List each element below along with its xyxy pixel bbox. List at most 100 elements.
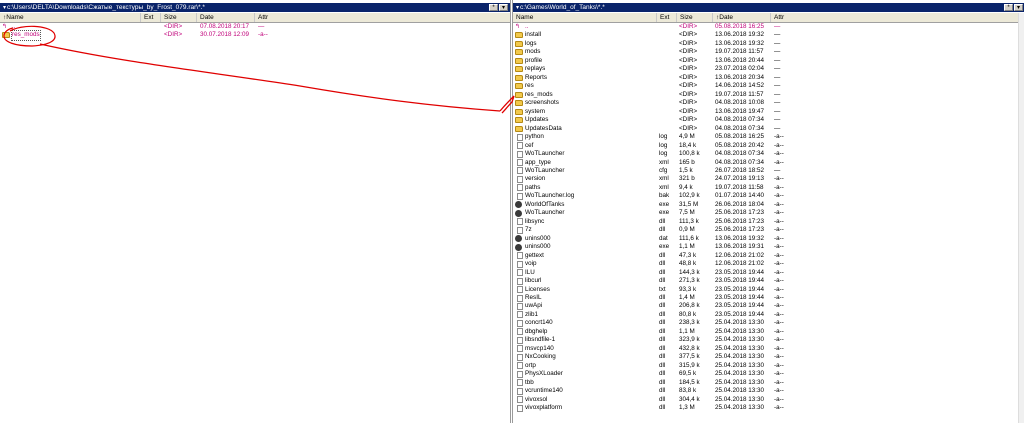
- cell-ext: exe: [659, 209, 670, 217]
- cell-size: 315,9 k: [679, 361, 700, 369]
- left-favorites-button[interactable]: *: [489, 4, 498, 11]
- left-col-ext[interactable]: Ext: [140, 13, 160, 22]
- file-row[interactable]: cef log 18,4 k 05.08.2018 20:42 -a--: [513, 142, 1024, 150]
- file-row[interactable]: dbghelp dll 1,1 M 25.04.2018 13:30 -a--: [513, 328, 1024, 336]
- folder-row[interactable]: logs <DIR> 13.06.2018 19:32 —: [513, 40, 1024, 48]
- folder-row[interactable]: Updates <DIR> 04.08.2018 07:34 —: [513, 116, 1024, 124]
- file-icon: [517, 286, 523, 294]
- cell-size: 100,8 k: [679, 150, 700, 158]
- file-row[interactable]: python log 4,9 M 05.08.2018 16:25 -a--: [513, 133, 1024, 141]
- file-row[interactable]: gettext dll 47,3 k 12.06.2018 21:02 -a--: [513, 252, 1024, 260]
- file-row[interactable]: libsndfile-1 dll 323,9 k 25.04.2018 13:30 -a…: [513, 336, 1024, 344]
- folder-row[interactable]: Reports <DIR> 13.06.2018 20:34 —: [513, 74, 1024, 82]
- file-row[interactable]: concrt140 dll 238,3 k 25.04.2018 13:30 -a--: [513, 319, 1024, 327]
- right-file-panel[interactable]: ▾c:\Games\World_of_Tanks\*.* * ▾ Name Ex…: [512, 0, 1024, 423]
- folder-row[interactable]: res <DIR> 14.06.2018 14:52 —: [513, 82, 1024, 90]
- folder-icon: [515, 83, 523, 90]
- cell-date: 25.04.2018 13:30: [715, 319, 765, 327]
- cell-attr: -a--: [774, 158, 784, 166]
- file-row[interactable]: app_type xml 165 b 04.08.2018 07:34 -a--: [513, 159, 1024, 167]
- file-row[interactable]: tbb dll 184,5 k 25.04.2018 13:30 -a--: [513, 379, 1024, 387]
- cell-date: 23.05.2018 19:44: [715, 302, 765, 310]
- file-row[interactable]: Licenses txt 93,3 k 23.05.2018 19:44 -a--: [513, 286, 1024, 294]
- folder-row[interactable]: replays <DIR> 23.07.2018 02:04 —: [513, 65, 1024, 73]
- file-row[interactable]: vcruntime140 dll 83,8 k 25.04.2018 13:30 -a-…: [513, 387, 1024, 395]
- file-row[interactable]: WoTLauncher.log bak 102,9 k 01.07.2018 14:4…: [513, 192, 1024, 200]
- file-row[interactable]: PhysXLoader dll 69,5 k 25.04.2018 13:30 -a--: [513, 370, 1024, 378]
- file-row[interactable]: WoTLauncher exe 7,5 M 25.06.2018 17:23 -a--: [513, 209, 1024, 217]
- right-favorites-button[interactable]: *: [1004, 4, 1013, 11]
- cell-ext: dll: [659, 361, 666, 369]
- drive-dropdown-icon[interactable]: ▾: [516, 5, 519, 11]
- file-row[interactable]: WoTLauncher cfg 1,5 k 26.07.2018 18:52 —: [513, 167, 1024, 175]
- file-row[interactable]: unins000 dat 111,6 k 13.06.2018 19:32 -a--: [513, 235, 1024, 243]
- cell-date: 14.06.2018 14:52: [715, 82, 765, 90]
- left-path-bar[interactable]: ▾c:\Users\DELTA\Downloads\Сжатые_текстур…: [0, 3, 510, 12]
- file-row[interactable]: ILU dll 144,3 k 23.05.2018 19:44 -a--: [513, 269, 1024, 277]
- file-row[interactable]: version xml 321 b 24.07.2018 19:13 -a--: [513, 175, 1024, 183]
- cell-attr: -a--: [774, 226, 784, 234]
- left-history-button[interactable]: ▾: [499, 4, 508, 11]
- folder-row[interactable]: screenshots <DIR> 04.08.2018 10:08 —: [513, 99, 1024, 107]
- file-row[interactable]: NxCooking dll 377,5 k 25.04.2018 13:30 -a--: [513, 353, 1024, 361]
- file-row[interactable]: uwApi dll 206,8 k 23.05.2018 19:44 -a--: [513, 302, 1024, 310]
- right-col-name[interactable]: Name: [513, 13, 656, 22]
- parent-dir-row[interactable]: ↰.. <DIR> 05.08.2018 16:25 —: [513, 23, 1024, 31]
- right-col-ext[interactable]: Ext: [656, 13, 676, 22]
- folder-row[interactable]: res_mods <DIR> 19.07.2018 11:57 —: [513, 91, 1024, 99]
- right-history-button[interactable]: ▾: [1014, 4, 1023, 11]
- app-icon: [515, 235, 522, 243]
- cell-attr: -a--: [774, 387, 784, 395]
- cell-attr: -a--: [774, 319, 784, 327]
- folder-row[interactable]: UpdatesData <DIR> 04.08.2018 07:34 —: [513, 125, 1024, 133]
- cell-size: 184,5 k: [679, 378, 700, 386]
- file-row[interactable]: libcurl dll 271,3 k 23.05.2018 19:44 -a--: [513, 277, 1024, 285]
- file-row[interactable]: voip dll 48,8 k 12.06.2018 21:02 -a--: [513, 260, 1024, 268]
- cell-ext: txt: [659, 285, 666, 293]
- cell-ext: dll: [659, 344, 666, 352]
- file-icon: [517, 370, 523, 378]
- left-col-date[interactable]: Date: [196, 13, 254, 22]
- cell-attr: -a--: [774, 268, 784, 276]
- folder-row[interactable]: res_mods <DIR> 30.07.2018 12:09 -a--: [0, 30, 510, 41]
- file-row[interactable]: msvcp140 dll 432,8 k 25.04.2018 13:30 -a--: [513, 345, 1024, 353]
- file-row[interactable]: WorldOfTanks exe 31,5 M 26.06.2018 18:04 -a-…: [513, 201, 1024, 209]
- cell-size: <DIR>: [679, 82, 698, 90]
- file-icon: [517, 218, 523, 226]
- left-col-size[interactable]: Size: [160, 13, 196, 22]
- right-col-size[interactable]: Size: [676, 13, 712, 22]
- folder-row[interactable]: mods <DIR> 19.07.2018 11:57 —: [513, 48, 1024, 56]
- left-col-name[interactable]: ↑Name: [0, 13, 140, 22]
- drive-dropdown-icon[interactable]: ▾: [3, 5, 6, 11]
- cell-attr: -a--: [774, 327, 784, 335]
- file-row[interactable]: 7z dll 0,9 M 25.06.2018 17:23 -a--: [513, 226, 1024, 234]
- file-row[interactable]: ortp dll 315,9 k 25.04.2018 13:30 -a--: [513, 362, 1024, 370]
- right-col-attr[interactable]: Attr: [770, 13, 1024, 22]
- parent-dir-row[interactable]: ↰.. <DIR> 07.08.2018 20:17 —: [0, 23, 510, 31]
- file-row[interactable]: vivoxplatform dll 1,3 M 25.04.2018 13:30 -a-…: [513, 404, 1024, 412]
- file-row[interactable]: libsync dll 111,3 k 25.06.2018 17:23 -a--: [513, 218, 1024, 226]
- file-row[interactable]: WoTLauncher log 100,8 k 04.08.2018 07:34 -a-…: [513, 150, 1024, 158]
- file-row[interactable]: paths xml 9,4 k 19.07.2018 11:58 -a--: [513, 184, 1024, 192]
- file-row[interactable]: unins000 exe 1,1 M 13.06.2018 19:31 -a--: [513, 243, 1024, 251]
- cell-attr: —: [774, 39, 781, 47]
- right-col-date[interactable]: ↑Date: [712, 13, 770, 22]
- file-row[interactable]: zlib1 dll 80,8 k 23.05.2018 19:44 -a--: [513, 311, 1024, 319]
- folder-row[interactable]: install <DIR> 13.06.2018 19:32 —: [513, 31, 1024, 39]
- cell-attr: —: [774, 124, 781, 132]
- file-row[interactable]: vivoxsol dll 304,4 k 25.04.2018 13:30 -a--: [513, 396, 1024, 404]
- up-folder-icon: ↰: [2, 24, 8, 30]
- cell-name: logs: [525, 39, 537, 47]
- cell-size: 83,8 k: [679, 387, 697, 395]
- cell-name: res_mods: [11, 30, 41, 41]
- right-path-bar[interactable]: ▾c:\Games\World_of_Tanks\*.* * ▾: [513, 3, 1024, 12]
- left-col-attr[interactable]: Attr: [254, 13, 510, 22]
- folder-row[interactable]: system <DIR> 13.06.2018 19:47 —: [513, 108, 1024, 116]
- folder-row[interactable]: profile <DIR> 13.06.2018 20:44 —: [513, 57, 1024, 65]
- right-scrollbar[interactable]: [1018, 13, 1024, 423]
- cell-attr: -a--: [774, 133, 784, 141]
- cell-attr: -a--: [774, 260, 784, 268]
- left-file-panel[interactable]: ▾c:\Users\DELTA\Downloads\Сжатые_текстур…: [0, 0, 511, 423]
- folder-icon: [515, 91, 523, 98]
- file-row[interactable]: ResIL dll 1,4 M 23.05.2018 19:44 -a--: [513, 294, 1024, 302]
